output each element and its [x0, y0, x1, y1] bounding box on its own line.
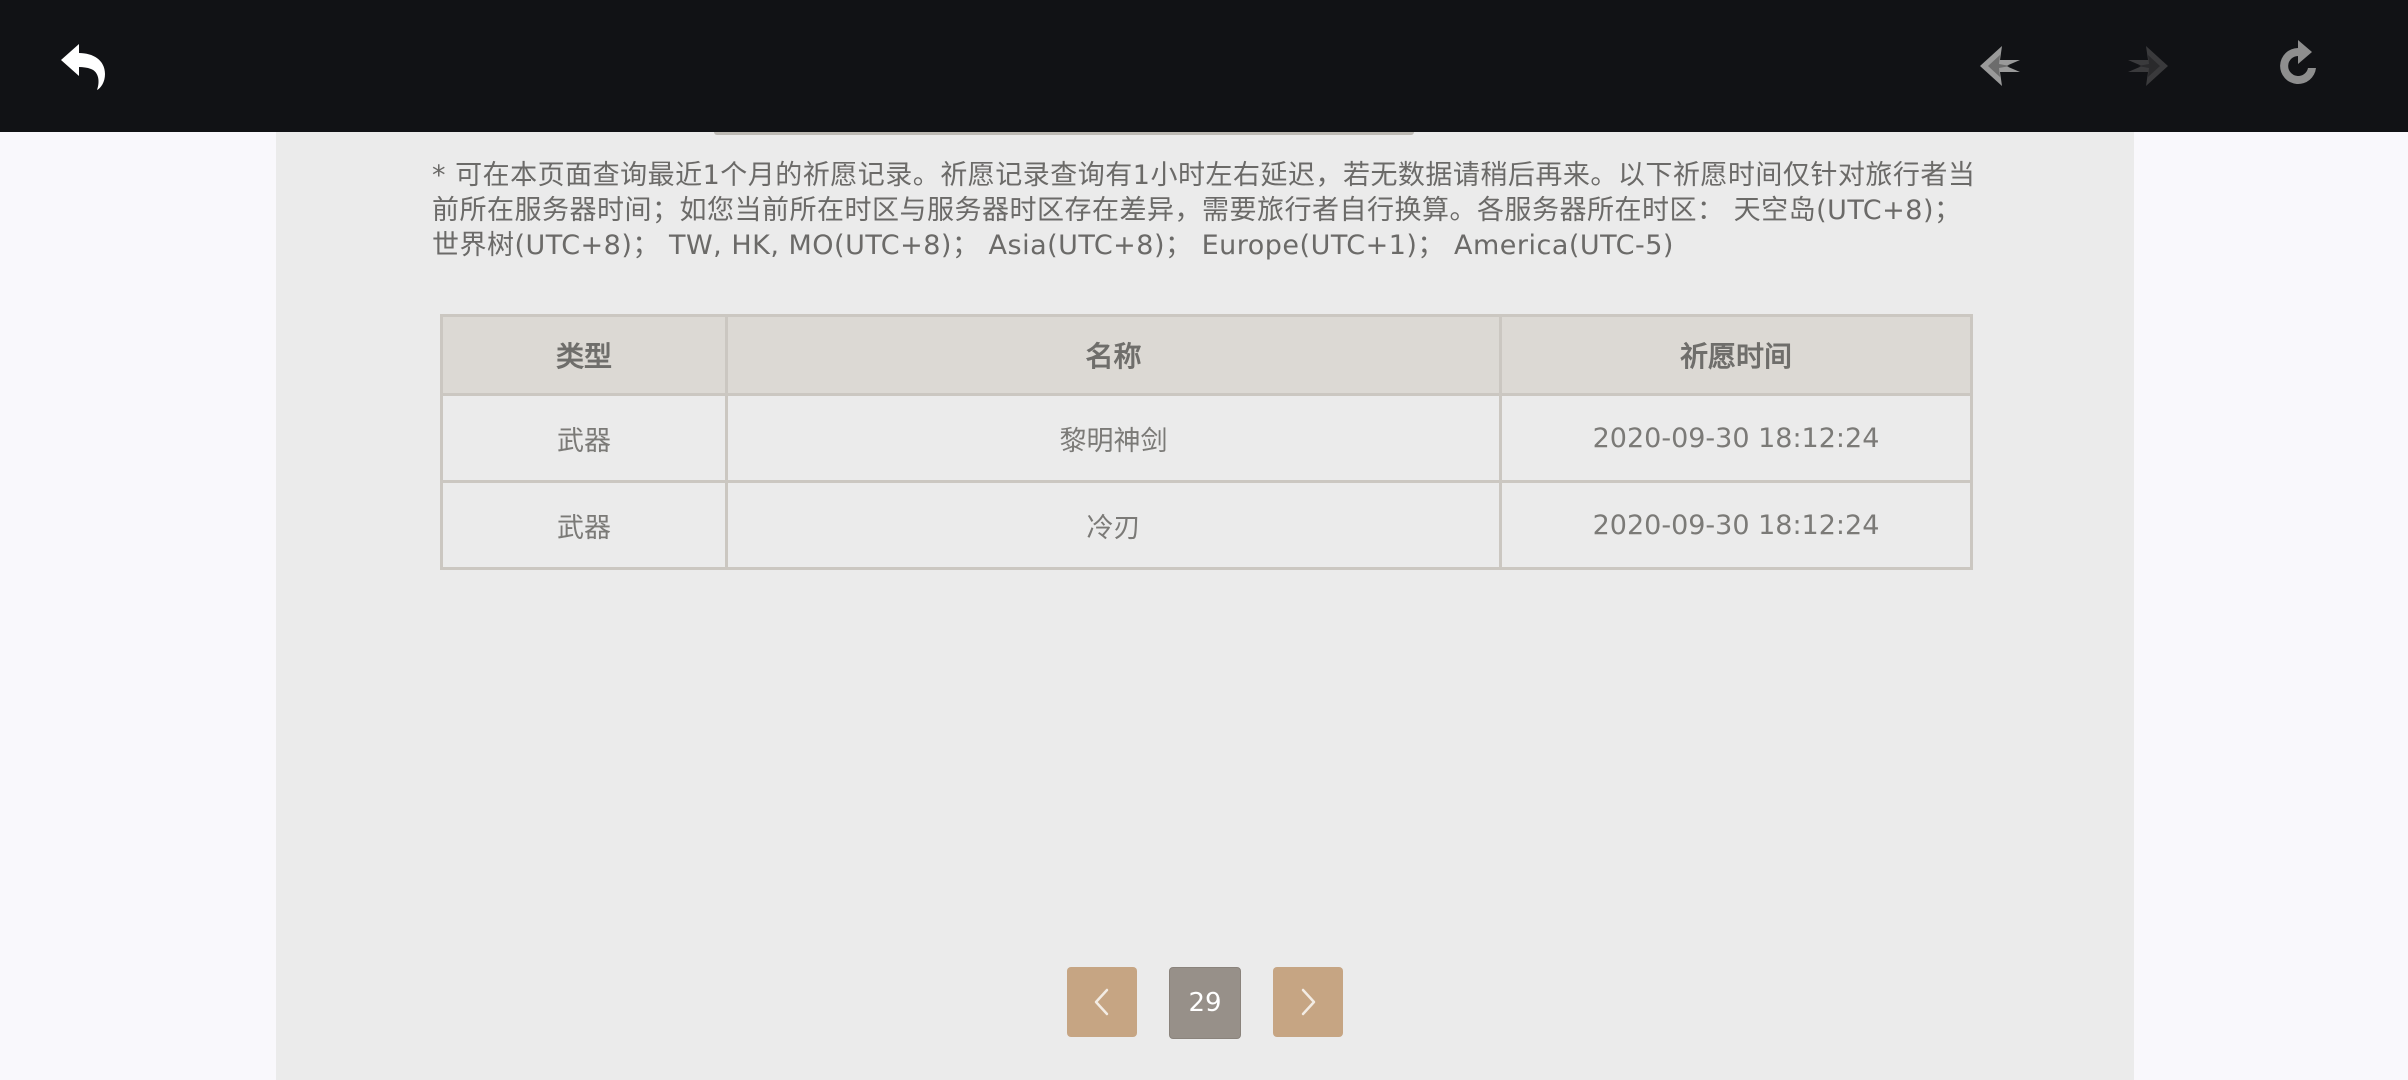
- table-row: 武器 冷刃 2020-09-30 18:12:24: [440, 480, 1973, 570]
- header-wish-time: 祈愿时间: [1499, 314, 1973, 396]
- nav-next-icon: [2128, 46, 2168, 86]
- cell-type: 武器: [440, 393, 728, 483]
- prev-page-button[interactable]: [1067, 967, 1137, 1037]
- panel-tab-edge: [714, 132, 1414, 135]
- notice-text: * 可在本页面查询最近1个月的祈愿记录。祈愿记录查询有1小时左右延迟，若无数据请…: [432, 160, 1976, 261]
- nav-next-button[interactable]: [2118, 36, 2178, 96]
- cell-wish-time: 2020-09-30 18:12:24: [1499, 393, 1973, 483]
- chevron-right-icon: [1301, 988, 1316, 1016]
- refresh-icon: [2280, 40, 2316, 84]
- nav-prev-button[interactable]: [1970, 36, 2030, 96]
- cell-name: 黎明神剑: [725, 393, 1502, 483]
- top-toolbar: [0, 0, 2408, 132]
- wish-records-table: 类型 名称 祈愿时间 武器 黎明神剑 2020-09-30 18:12:24 武…: [440, 314, 1973, 570]
- nav-prev-icon: [1980, 46, 2020, 86]
- cell-name: 冷刃: [725, 480, 1502, 570]
- next-page-button[interactable]: [1273, 967, 1343, 1037]
- cell-wish-time: 2020-09-30 18:12:24: [1499, 480, 1973, 570]
- current-page: 29: [1169, 967, 1241, 1039]
- header-type: 类型: [440, 314, 728, 396]
- chevron-left-icon: [1094, 988, 1109, 1016]
- pagination: 29: [1067, 967, 1343, 1039]
- refresh-button[interactable]: [2268, 36, 2328, 96]
- header-name: 名称: [725, 314, 1502, 396]
- back-button[interactable]: [53, 36, 113, 96]
- back-arrow-icon: [61, 44, 105, 90]
- cell-type: 武器: [440, 480, 728, 570]
- table-row: 武器 黎明神剑 2020-09-30 18:12:24: [440, 393, 1973, 483]
- wish-history-panel: * 可在本页面查询最近1个月的祈愿记录。祈愿记录查询有1小时左右延迟，若无数据请…: [276, 132, 2134, 1080]
- table-header-row: 类型 名称 祈愿时间: [440, 314, 1973, 396]
